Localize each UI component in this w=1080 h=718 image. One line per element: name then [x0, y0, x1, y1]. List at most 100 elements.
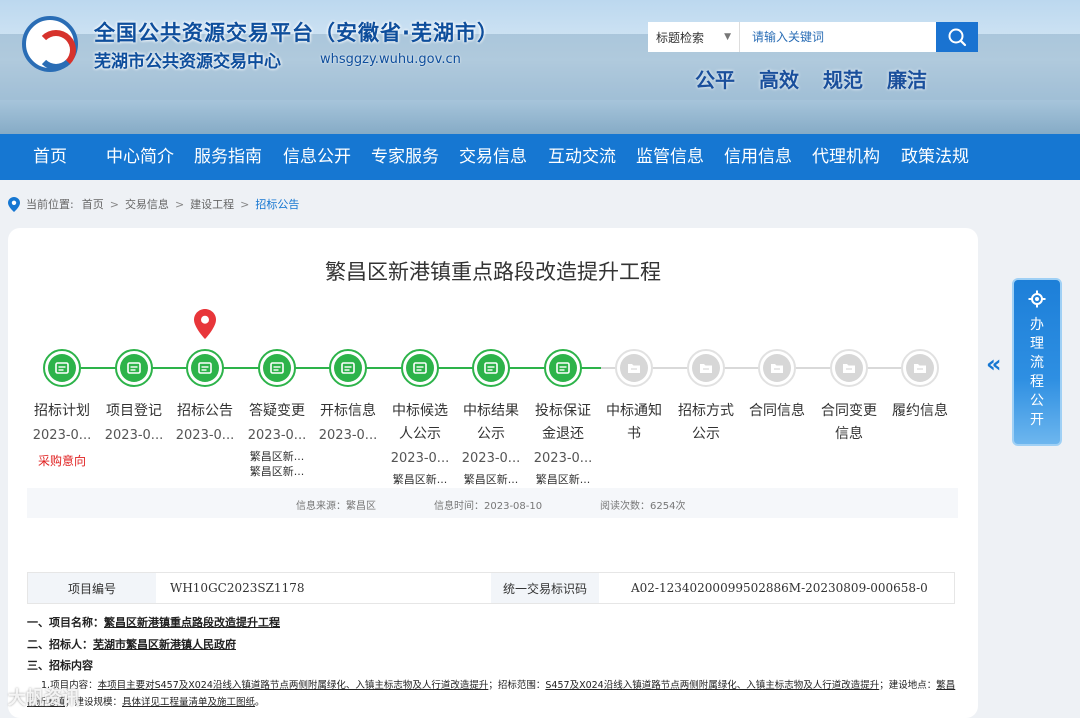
step-date: 2023-0...: [247, 428, 307, 443]
step-date: 2023-0...: [32, 428, 92, 443]
step-glyph-icon: [191, 354, 219, 382]
collapse-arrows-icon[interactable]: «: [986, 350, 1002, 378]
slogan-clean: 廉洁: [887, 68, 927, 92]
step-node-icon[interactable]: [329, 349, 367, 387]
site-logo-icon[interactable]: [22, 16, 78, 72]
nav-item-credit[interactable]: 信用信息: [724, 134, 792, 180]
step-node-icon[interactable]: [115, 349, 153, 387]
location-pin-icon: [8, 196, 20, 212]
breadcrumb-separator: >: [240, 197, 250, 211]
step-date: 2023-0...: [390, 451, 450, 466]
step-node-icon[interactable]: [687, 349, 725, 387]
site-title: 全国公共资源交易平台（安徽省·芜湖市）: [94, 21, 499, 45]
step-label[interactable]: 中标候选 人公示: [385, 400, 455, 446]
step-node-icon[interactable]: [830, 349, 868, 387]
nav-item-supervision[interactable]: 监管信息: [636, 134, 704, 180]
step-label[interactable]: 履约信息: [885, 400, 955, 423]
section-project-name: 一、项目名称：繁昌区新港镇重点路段改造提升工程: [27, 614, 280, 630]
project-no-value: WH10GC2023SZ1178: [170, 581, 305, 595]
search-button[interactable]: [936, 22, 978, 52]
step-subitem[interactable]: 繁昌区新...: [528, 472, 598, 487]
watermark: 大帆资讯: [8, 688, 80, 709]
process-disclosure-char: 公: [1030, 393, 1044, 409]
breadcrumb-construction[interactable]: 建设工程: [190, 196, 234, 212]
nav-item-disclosure[interactable]: 信息公开: [283, 134, 351, 180]
step-label[interactable]: 合同变更 信息: [814, 400, 884, 446]
unified-id-value: A02-12340200099502886M-20230809-000658-0: [631, 581, 928, 595]
step-glyph-icon: [48, 354, 76, 382]
nav-item-agencies[interactable]: 代理机构: [812, 134, 880, 180]
nav-item-service-guide[interactable]: 服务指南: [194, 134, 262, 180]
nav-item-experts[interactable]: 专家服务: [371, 134, 439, 180]
step-glyph-icon: [763, 354, 791, 382]
info-source: 信息来源：繁昌区: [296, 501, 376, 512]
step-glyph-icon: [692, 354, 720, 382]
tenderer-value: 芜湖市繁昌区新港镇人民政府: [93, 638, 236, 651]
nav-item-trading-info[interactable]: 交易信息: [459, 134, 527, 180]
process-disclosure-char: 理: [1030, 336, 1044, 352]
breadcrumb-home[interactable]: 首页: [82, 196, 104, 212]
step-subitem[interactable]: 繁昌区新...: [242, 464, 312, 479]
content-label: ；建设地点：: [879, 680, 937, 691]
project-name-value: 繁昌区新港镇重点路段改造提升工程: [104, 616, 280, 629]
current-step-marker-icon: [194, 309, 216, 339]
breadcrumb-trading-info[interactable]: 交易信息: [125, 196, 169, 212]
step-glyph-icon: [835, 354, 863, 382]
search-type-select[interactable]: 标题检索 ▼: [648, 22, 740, 52]
step-label[interactable]: 开标信息: [313, 400, 383, 423]
nav-item-about[interactable]: 中心简介: [106, 134, 174, 180]
content-value: S457及X024沿线入镇道路节点两侧附属绿化、入镇主标志物及人行道改造提升: [545, 680, 880, 691]
step-glyph-icon: [477, 354, 505, 382]
step-subitem[interactable]: 繁昌区新...: [456, 472, 526, 487]
step-label[interactable]: 招标计划: [27, 400, 97, 423]
step-label[interactable]: 中标结果 公示: [456, 400, 526, 446]
step-subitem[interactable]: 繁昌区新...: [242, 449, 312, 464]
step-label[interactable]: 投标保证 金退还: [528, 400, 598, 446]
step-label[interactable]: 答疑变更: [242, 400, 312, 423]
site-subtitle: 芜湖市公共资源交易中心: [94, 52, 281, 72]
nav-item-policies[interactable]: 政策法规: [901, 134, 969, 180]
step-label[interactable]: 中标通知书: [599, 400, 669, 446]
step-node-icon[interactable]: [615, 349, 653, 387]
step-glyph-icon: [620, 354, 648, 382]
caret-down-icon: ▼: [724, 32, 731, 42]
section-tender-content: 三、招标内容: [27, 659, 93, 672]
step-date: 2023-0...: [175, 428, 235, 443]
nav-item-home[interactable]: 首页: [33, 134, 67, 180]
step-label[interactable]: 招标方式 公示: [671, 400, 741, 446]
process-disclosure-char: 开: [1030, 412, 1044, 428]
process-disclosure-char: 流: [1030, 355, 1044, 371]
step-node-icon[interactable]: [544, 349, 582, 387]
search-input[interactable]: [740, 22, 936, 52]
step-node-icon[interactable]: [258, 349, 296, 387]
breadcrumb-separator: >: [109, 197, 119, 211]
step-glyph-icon: [263, 354, 291, 382]
breadcrumb-current[interactable]: 招标公告: [255, 196, 299, 212]
project-no-label: 项目编号: [28, 573, 156, 603]
step-date: 2023-0...: [533, 451, 593, 466]
nav-item-interaction[interactable]: 互动交流: [548, 134, 616, 180]
content-value: 本项目主要对S457及X024沿线入镇道路节点两侧附属绿化、入镇主标志物及人行道…: [97, 680, 489, 691]
breadcrumb-separator: >: [174, 197, 185, 211]
content-value: 具体详见工程量清单及施工图纸: [122, 697, 256, 708]
step-glyph-icon: [120, 354, 148, 382]
step-node-icon[interactable]: [43, 349, 81, 387]
river-backdrop: [0, 100, 1080, 134]
section-label: 二、招标人：: [27, 638, 93, 651]
step-note: 采购意向: [37, 454, 86, 468]
slogan-standard: 规范: [823, 68, 863, 92]
step-node-icon[interactable]: [401, 349, 439, 387]
step-subitem[interactable]: 繁昌区新...: [385, 472, 455, 487]
step-label[interactable]: 项目登记: [99, 400, 169, 423]
search-type-value: 标题检索: [656, 30, 705, 45]
step-date: 2023-0...: [318, 428, 378, 443]
step-node-icon[interactable]: [901, 349, 939, 387]
process-disclosure-panel[interactable]: 办理流程公开: [1012, 278, 1062, 446]
step-node-icon[interactable]: [472, 349, 510, 387]
step-node-icon[interactable]: [186, 349, 224, 387]
info-views: 阅读次数：6254次: [600, 501, 686, 512]
step-node-icon[interactable]: [758, 349, 796, 387]
process-disclosure-char: 办: [1030, 317, 1044, 333]
step-label[interactable]: 合同信息: [742, 400, 812, 423]
step-label[interactable]: 招标公告: [170, 400, 240, 423]
